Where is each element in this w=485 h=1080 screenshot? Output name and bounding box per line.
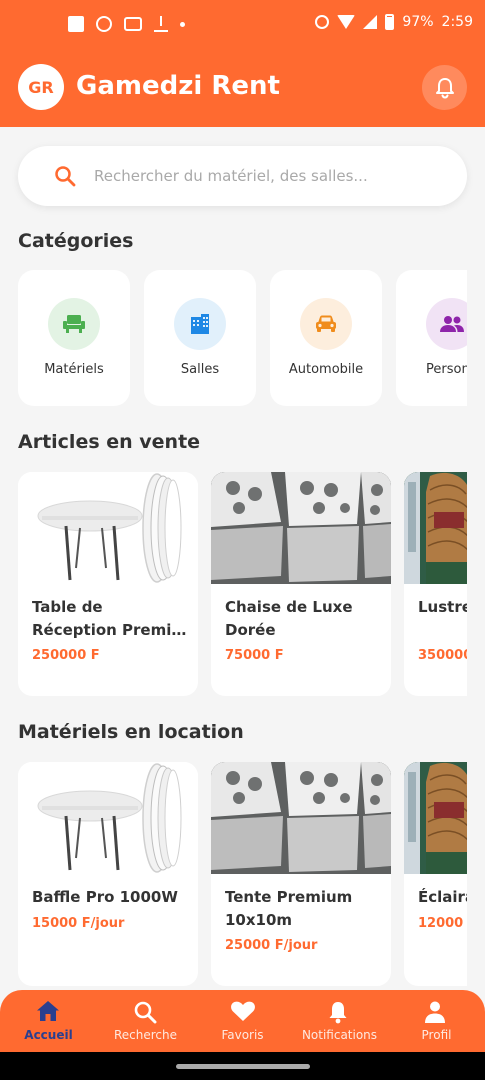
category-salles[interactable]: Salles <box>144 270 256 406</box>
signal-icon <box>363 15 378 29</box>
product-card[interactable]: Baffle Pro 1000W 15000 F/jour <box>18 762 198 986</box>
battery-level: 97% <box>402 14 434 30</box>
product-price: 350000 <box>418 648 467 663</box>
category-label: Matériels <box>44 362 104 377</box>
nav-favoris[interactable]: Favoris <box>194 990 291 1052</box>
home-icon <box>37 1001 59 1021</box>
rental-section-title: Matériels en location <box>18 721 244 743</box>
gallery-icon <box>68 16 84 32</box>
product-price: 250000 F <box>32 648 100 663</box>
message-icon <box>124 17 142 31</box>
search-icon <box>55 166 76 187</box>
sale-products-list: Table de Réception Premi… 250000 F Chais… <box>18 472 467 700</box>
product-image <box>404 472 467 584</box>
app-logo: GR <box>18 64 64 110</box>
armchair-icon <box>63 315 85 333</box>
person-icon <box>425 1001 445 1023</box>
nav-label: Accueil <box>24 1028 73 1042</box>
nav-label: Recherche <box>113 1028 178 1042</box>
category-automobile[interactable]: Automobile <box>270 270 382 406</box>
product-image <box>18 762 198 874</box>
product-name: Éclaira <box>418 888 467 906</box>
search-bar[interactable] <box>18 146 467 206</box>
category-label: Personn <box>426 362 467 377</box>
product-image <box>211 472 391 584</box>
app-screen: 97% 2:59 GR Gamedzi Rent Catégories <box>0 0 485 1080</box>
wifi-icon <box>337 15 356 29</box>
clock: 2:59 <box>441 14 473 30</box>
product-card[interactable]: Tente Premium 10x10m 25000 F/jour <box>211 762 391 986</box>
rental-products-list: Baffle Pro 1000W 15000 F/jour Tente Prem… <box>18 762 467 990</box>
people-icon <box>440 316 464 332</box>
nav-recherche[interactable]: Recherche <box>97 990 194 1052</box>
chairs-image <box>211 762 391 874</box>
download-icon <box>154 16 168 32</box>
product-price: 25000 F/jour <box>225 938 318 953</box>
heart-icon <box>231 1001 255 1021</box>
category-label: Automobile <box>288 362 364 377</box>
product-name: Lustre Bras <box>418 598 467 616</box>
nav-label: Profil <box>421 1028 452 1042</box>
product-price: 12000 F <box>418 916 467 931</box>
table-image <box>18 762 198 874</box>
table-image <box>18 472 198 584</box>
car-icon <box>316 315 336 332</box>
app-header: GR Gamedzi Rent <box>0 52 485 127</box>
status-notifications <box>68 16 185 32</box>
categories-title: Catégories <box>18 230 134 252</box>
product-card[interactable]: Lustre Bras 350000 <box>404 472 467 696</box>
product-name: Baffle Pro 1000W <box>32 888 178 906</box>
nav-label: Notifications <box>301 1028 378 1042</box>
category-icon-circle <box>48 298 100 350</box>
search-input[interactable] <box>94 146 454 206</box>
building-icon <box>191 314 209 334</box>
status-bar: 97% 2:59 <box>0 0 485 52</box>
product-price: 75000 F <box>225 648 284 663</box>
nav-notifications[interactable]: Notifications <box>291 990 388 1052</box>
home-gesture-handle[interactable] <box>176 1064 310 1069</box>
record-icon <box>96 16 112 32</box>
category-icon-circle <box>426 298 467 350</box>
category-icon-circle <box>300 298 352 350</box>
product-image <box>211 762 391 874</box>
product-name: Chaise de Luxe Dorée <box>225 598 353 639</box>
search-icon <box>134 1001 157 1024</box>
product-price: 15000 F/jour <box>32 916 125 931</box>
battery-icon <box>385 14 395 30</box>
wicker-image <box>404 472 467 584</box>
nav-label: Favoris <box>221 1028 264 1042</box>
product-card[interactable]: Table de Réception Premi… 250000 F <box>18 472 198 696</box>
category-materiels[interactable]: Matériels <box>18 270 130 406</box>
product-image <box>18 472 198 584</box>
product-card[interactable]: Chaise de Luxe Dorée 75000 F <box>211 472 391 696</box>
categories-list: Matériels Salles Automobile Person <box>18 270 467 408</box>
category-label: Salles <box>180 362 220 377</box>
product-name: Tente Premium 10x10m <box>225 888 353 929</box>
nav-profil[interactable]: Profil <box>388 990 485 1052</box>
system-gesture-bar <box>0 1052 485 1080</box>
product-name: Table de Réception Premi… <box>32 598 187 639</box>
nav-accueil[interactable]: Accueil <box>0 990 97 1052</box>
product-image <box>404 762 467 874</box>
chairs-image <box>211 472 391 584</box>
notifications-button[interactable] <box>422 65 467 110</box>
bell-icon <box>435 77 454 99</box>
wicker-image <box>404 762 467 874</box>
category-icon-circle <box>174 298 226 350</box>
bell-icon <box>329 1002 347 1024</box>
more-dot-icon <box>180 21 185 27</box>
app-title: Gamedzi Rent <box>76 71 280 101</box>
category-personnel[interactable]: Personn <box>396 270 467 406</box>
product-card[interactable]: Éclaira 12000 F <box>404 762 467 986</box>
sale-section-title: Articles en vente <box>18 431 201 453</box>
bottom-navigation: Accueil Recherche Favoris Notifications <box>0 990 485 1052</box>
alarm-icon <box>315 15 330 29</box>
status-system: 97% 2:59 <box>315 14 473 30</box>
